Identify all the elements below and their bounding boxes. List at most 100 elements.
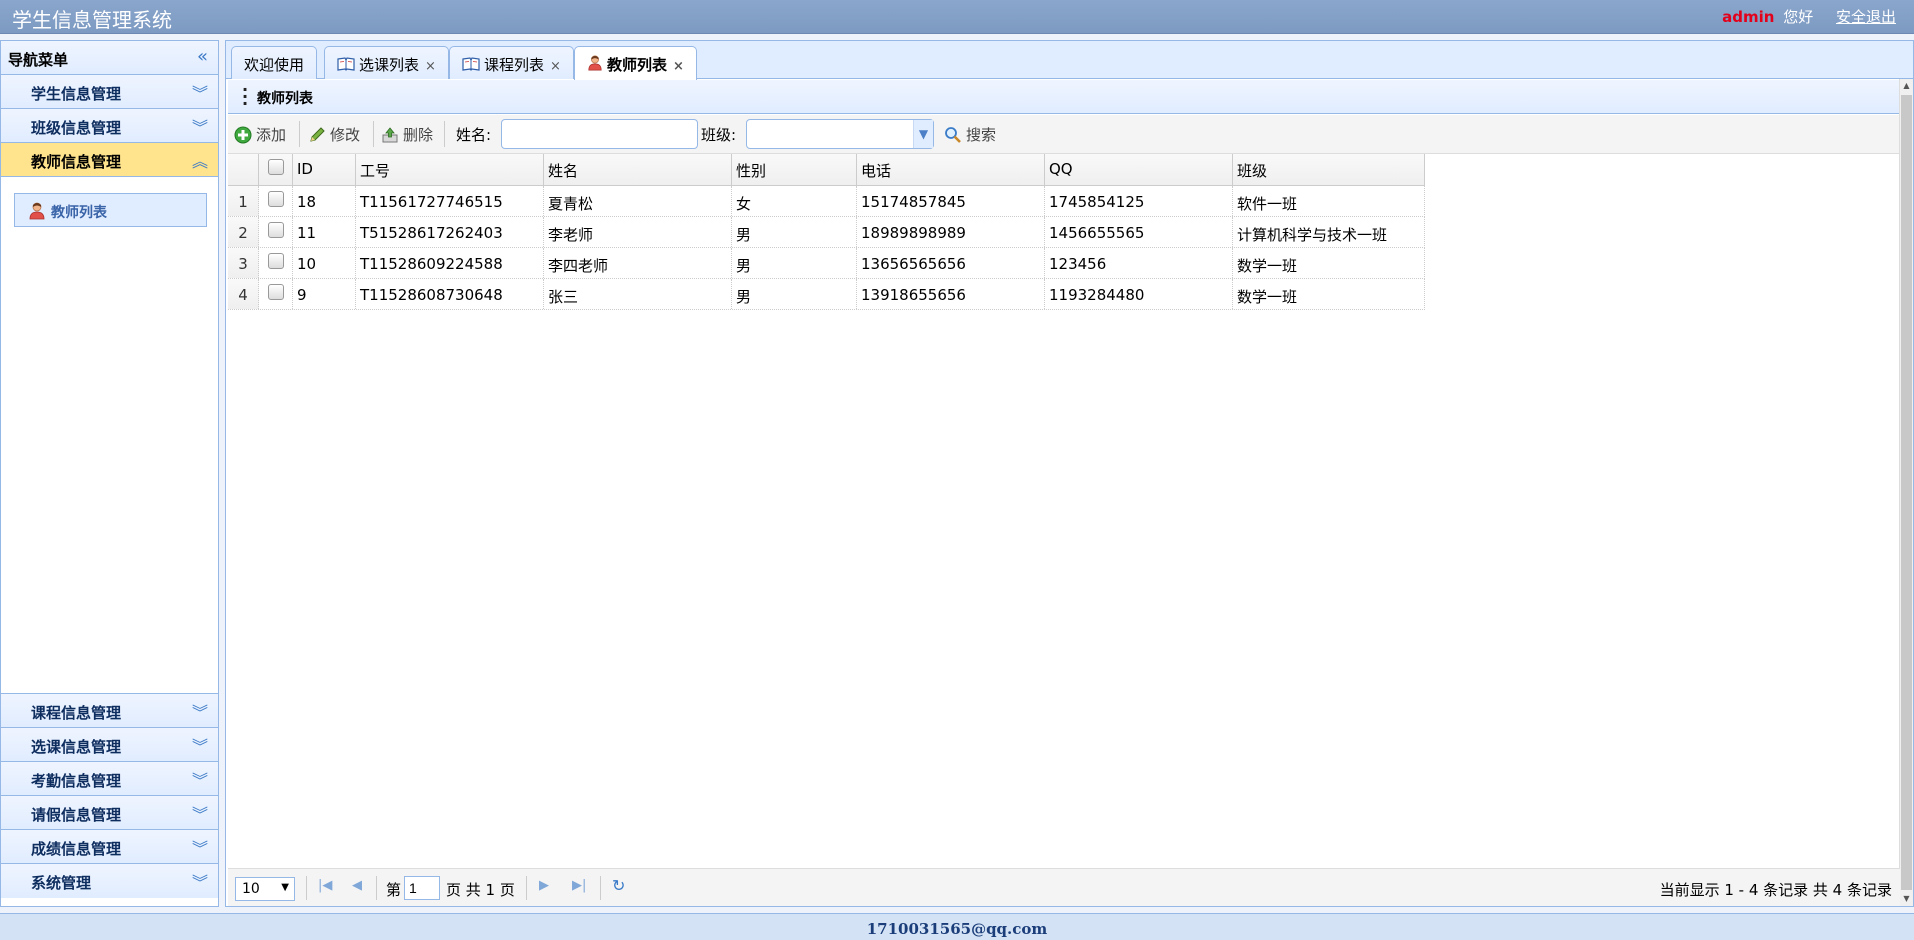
- add-button[interactable]: 添加: [234, 124, 286, 145]
- menu-label: 请假信息管理: [31, 806, 122, 824]
- search-icon: [945, 127, 961, 143]
- refresh-icon[interactable]: ↻: [612, 876, 625, 895]
- greeting-text: 您好: [1783, 8, 1814, 26]
- menu-label: 选课信息管理: [31, 738, 122, 756]
- add-label: 添加: [256, 126, 287, 144]
- search-label: 搜索: [966, 126, 997, 144]
- record-info: 当前显示 1 - 4 条记录 共 4 条记录: [1659, 881, 1892, 899]
- cell-sn: T11561727746515: [356, 186, 544, 216]
- close-tab-icon[interactable]: ×: [673, 59, 684, 74]
- cell-name: 李四老师: [544, 248, 732, 278]
- menu-teacher-info[interactable]: 教师信息管理 ︽: [1, 143, 218, 177]
- menu-score-info[interactable]: 成绩信息管理 ︾: [1, 830, 218, 864]
- add-icon: [234, 126, 252, 144]
- name-search-input[interactable]: [501, 119, 698, 149]
- menu-class-info[interactable]: 班级信息管理 ︾: [1, 109, 218, 143]
- cell-id: 11: [293, 217, 356, 247]
- menu-label: 班级信息管理: [31, 119, 122, 137]
- row-checkbox[interactable]: [267, 222, 284, 238]
- page-number-input[interactable]: [404, 876, 440, 900]
- scroll-down-icon[interactable]: ▼: [1900, 892, 1913, 906]
- pagination-bar: 10 ▼ |◀ ◀ 第 页 共 1 页 ▶ ▶| ↻ 当前显示 1 - 4 条记…: [228, 868, 1900, 906]
- grid-header-row: ID 工号 姓名 性别 电话 QQ 班级: [228, 154, 1425, 186]
- row-check-cell: [259, 217, 293, 247]
- footer-email: 1710031565@qq.com: [866, 920, 1048, 938]
- collapse-sidebar-icon[interactable]: «: [197, 46, 208, 67]
- last-page-icon[interactable]: ▶|: [572, 878, 586, 893]
- tab-welcome[interactable]: 欢迎使用: [231, 46, 318, 79]
- user-icon: [588, 55, 602, 71]
- col-header-id[interactable]: ID: [293, 154, 356, 185]
- pencil-icon: [310, 127, 325, 142]
- class-select[interactable]: ▼: [746, 119, 934, 149]
- menu-system[interactable]: 系统管理 ︾: [1, 864, 218, 898]
- table-row[interactable]: 3 10 T11528609224588 李四老师 男 13656565656 …: [228, 248, 1425, 279]
- row-number: 1: [228, 186, 259, 216]
- row-checkbox[interactable]: [267, 253, 284, 269]
- prev-page-icon[interactable]: ◀: [352, 878, 362, 893]
- menu-label: 考勤信息管理: [31, 772, 122, 790]
- page-size-select[interactable]: 10 ▼: [235, 877, 295, 901]
- tab-course-list[interactable]: 课程列表 ×: [449, 46, 574, 79]
- submenu-teacher-list[interactable]: 教师列表: [14, 193, 207, 227]
- collapse-icon: ︽: [191, 152, 208, 171]
- tab-label: 教师列表: [607, 56, 668, 74]
- page-suffix: 页 共 1 页: [446, 881, 515, 899]
- delete-button[interactable]: 删除: [381, 124, 433, 145]
- book-icon: [337, 57, 355, 71]
- scroll-up-icon[interactable]: ▲: [1900, 79, 1913, 93]
- search-button[interactable]: 搜索: [944, 124, 996, 145]
- tab-teacher-list[interactable]: 教师列表 ×: [574, 46, 697, 80]
- user-icon: [29, 202, 45, 220]
- select-all-cell: [259, 154, 293, 185]
- col-header-sex[interactable]: 性别: [732, 154, 857, 185]
- table-row[interactable]: 4 9 T11528608730648 张三 男 13918655656 119…: [228, 279, 1425, 310]
- menu-leave-info[interactable]: 请假信息管理 ︾: [1, 796, 218, 830]
- cell-name: 夏青松: [544, 186, 732, 216]
- menu-label: 教师信息管理: [31, 153, 122, 171]
- menu-student-info[interactable]: 学生信息管理 ︾: [1, 75, 218, 109]
- close-tab-icon[interactable]: ×: [550, 59, 561, 74]
- tab-selection-list[interactable]: 选课列表 ×: [324, 46, 449, 79]
- vertical-scrollbar[interactable]: ▲ ▼: [1899, 79, 1913, 906]
- col-header-qq[interactable]: QQ: [1045, 154, 1233, 185]
- cell-phone: 15174857845: [857, 186, 1045, 216]
- next-page-icon[interactable]: ▶: [539, 878, 549, 893]
- col-header-name[interactable]: 姓名: [544, 154, 732, 185]
- table-row[interactable]: 2 11 T51528617262403 李老师 男 18989898989 1…: [228, 217, 1425, 248]
- cell-class: 软件一班: [1237, 195, 1298, 213]
- row-checkbox[interactable]: [267, 284, 284, 300]
- menu-course-info[interactable]: 课程信息管理 ︾: [1, 694, 218, 728]
- submenu-label: 教师列表: [51, 205, 107, 221]
- cell-class: 数学一班: [1237, 257, 1298, 275]
- row-number: 3: [228, 248, 259, 278]
- cell-class: 数学一班: [1237, 288, 1298, 306]
- panel-header: · · · 教师列表: [228, 80, 1900, 114]
- cell-phone: 13918655656: [857, 279, 1045, 309]
- col-header-class[interactable]: 班级: [1233, 154, 1425, 185]
- footer-bar: 1710031565@qq.com: [0, 913, 1914, 940]
- expand-icon: ︾: [191, 873, 208, 892]
- logout-link[interactable]: 安全退出: [1836, 8, 1896, 26]
- header-bar: 学生信息管理系统 admin 您好 安全退出: [0, 0, 1914, 34]
- row-check-cell: [259, 248, 293, 278]
- main-content: 欢迎使用 选课列表 × 课程列表 × 教师列表 × · · · 教师列表 添加 …: [225, 40, 1914, 907]
- dropdown-arrow-icon[interactable]: ▼: [913, 120, 933, 148]
- menu-selection-info[interactable]: 选课信息管理 ︾: [1, 728, 218, 762]
- nav-menu-title: 导航菜单: [8, 51, 69, 69]
- table-row[interactable]: 1 18 T11561727746515 夏青松 女 15174857845 1…: [228, 186, 1425, 217]
- select-all-checkbox[interactable]: [267, 159, 284, 175]
- book-icon: [462, 57, 480, 71]
- col-header-sn[interactable]: 工号: [356, 154, 544, 185]
- col-header-phone[interactable]: 电话: [857, 154, 1045, 185]
- pager-divider: [306, 876, 307, 900]
- row-checkbox[interactable]: [267, 191, 284, 207]
- panel-menu-icon: · · ·: [242, 80, 249, 113]
- close-tab-icon[interactable]: ×: [425, 59, 436, 74]
- row-check-cell: [259, 186, 293, 216]
- edit-button[interactable]: 修改: [308, 124, 360, 145]
- row-number: 4: [228, 279, 259, 309]
- scroll-thumb[interactable]: [1901, 95, 1912, 890]
- menu-attendance-info[interactable]: 考勤信息管理 ︾: [1, 762, 218, 796]
- first-page-icon[interactable]: |◀: [318, 878, 332, 893]
